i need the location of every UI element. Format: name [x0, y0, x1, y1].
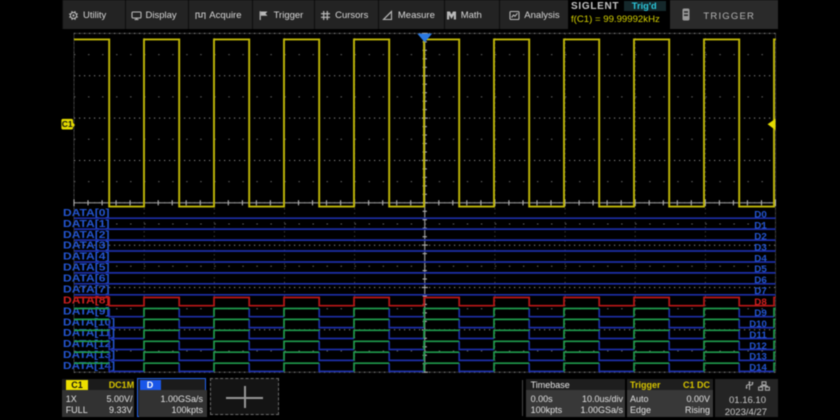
svg-text:D9: D9	[754, 308, 767, 319]
svg-text:D5: D5	[754, 264, 767, 275]
svg-text:D6: D6	[754, 275, 767, 286]
svg-text:D12: D12	[749, 341, 767, 352]
svg-text:D1: D1	[754, 220, 767, 231]
svg-text:D7: D7	[754, 286, 767, 297]
svg-text:DATA[3]: DATA[3]	[63, 241, 110, 252]
svg-text:D10: D10	[749, 319, 767, 330]
svg-text:D11: D11	[749, 330, 767, 341]
svg-text:DATA[5]: DATA[5]	[63, 263, 110, 274]
svg-text:D13: D13	[749, 352, 767, 363]
svg-text:D0: D0	[754, 210, 767, 221]
svg-text:DATA[4]: DATA[4]	[63, 252, 110, 263]
svg-text:D14: D14	[749, 363, 767, 374]
svg-text:D3: D3	[754, 242, 767, 253]
svg-text:DATA[1]: DATA[1]	[63, 219, 110, 230]
svg-text:C1: C1	[62, 119, 73, 129]
svg-text:D4: D4	[754, 253, 767, 264]
svg-text:DATA[0]: DATA[0]	[63, 208, 110, 219]
svg-text:DATA[7]: DATA[7]	[63, 285, 110, 296]
svg-text:D2: D2	[754, 231, 767, 242]
svg-text:D8: D8	[754, 297, 767, 308]
svg-text:DATA[2]: DATA[2]	[63, 230, 110, 241]
svg-text:DATA[6]: DATA[6]	[63, 274, 110, 285]
